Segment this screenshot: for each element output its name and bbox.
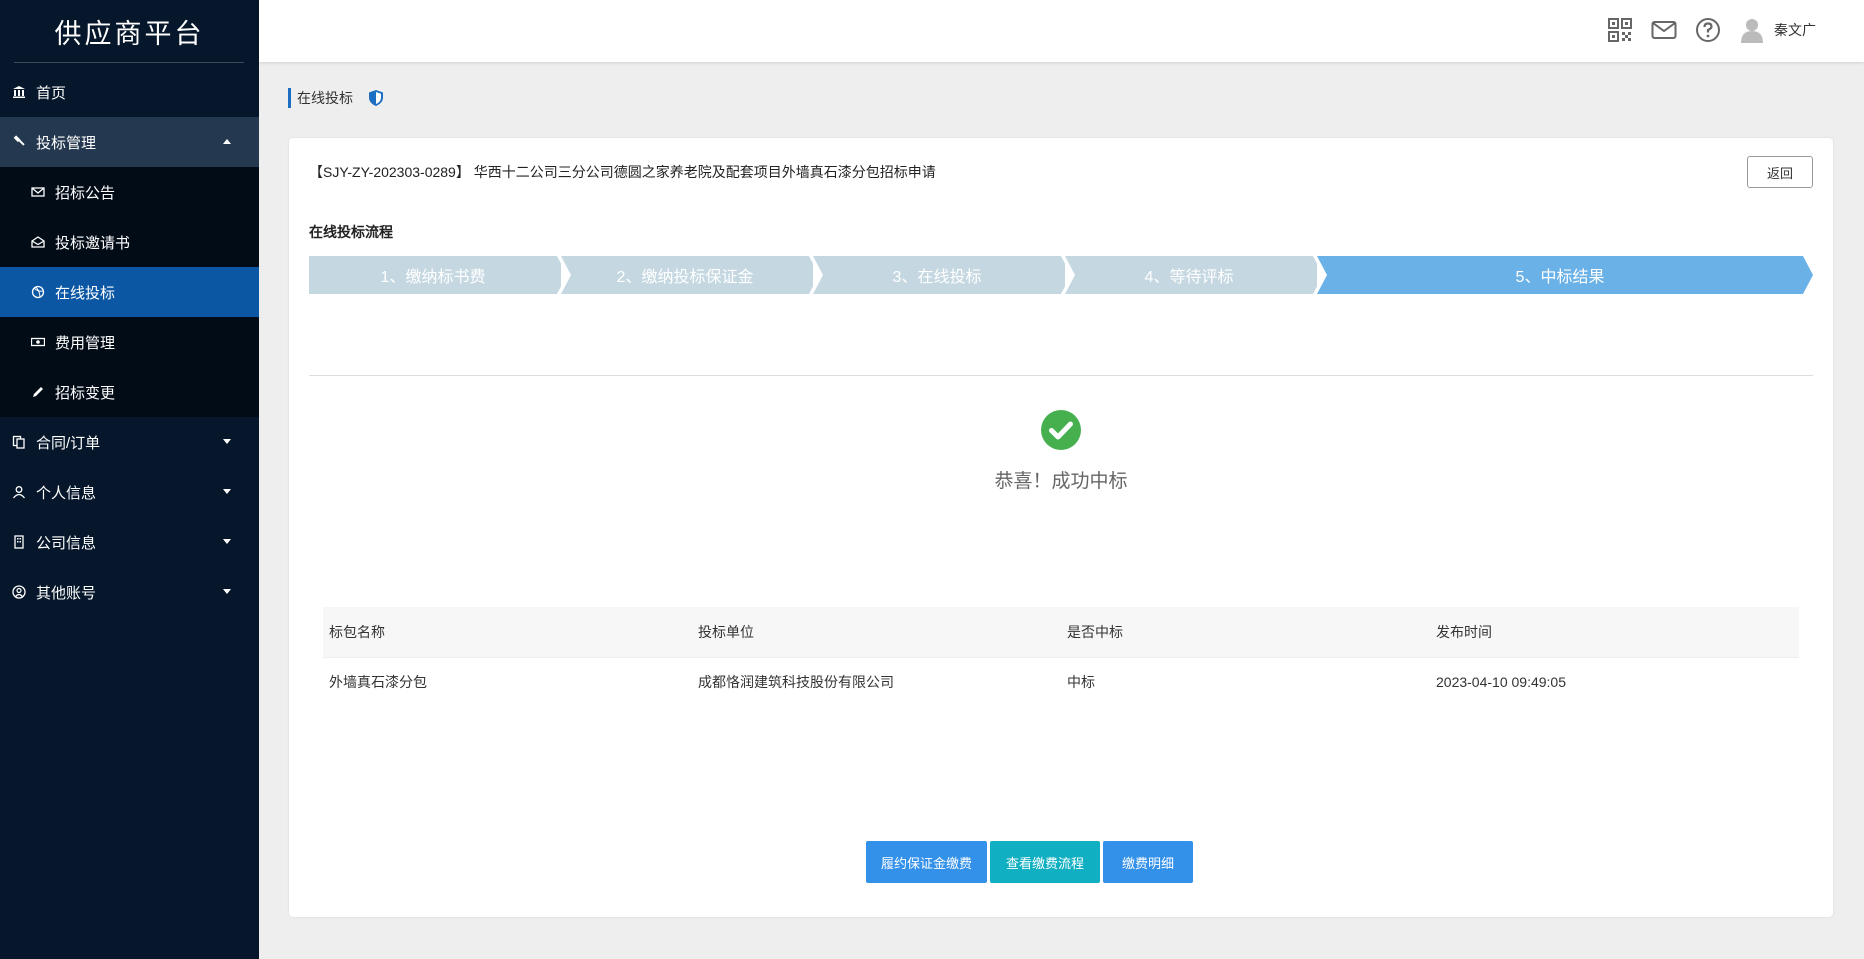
- check-circle-icon: [1041, 410, 1081, 450]
- sidebar: 供应商平台 首页 投标管理 招标公告 投标邀请书 在线投标 费用管理 招标变更 …: [0, 0, 259, 959]
- copy-icon: [12, 435, 26, 449]
- flow-title: 在线投标流程: [309, 224, 393, 240]
- sidebar-item-label: 其他账号: [36, 584, 97, 602]
- caret-up-icon: [223, 139, 231, 144]
- step-arrow-notch: [561, 256, 571, 294]
- header-icons: 秦文广: [1590, 16, 1816, 44]
- caret-down-icon: [223, 489, 231, 494]
- sidebar-item-other-accounts[interactable]: 其他账号: [0, 567, 259, 617]
- sidebar-nav: 首页 投标管理 招标公告 投标邀请书 在线投标 费用管理 招标变更 合同/订单 …: [0, 67, 259, 617]
- sidebar-item-bid-management[interactable]: 投标管理: [0, 117, 259, 167]
- envelope-icon: [31, 185, 45, 199]
- dribbble-icon: [31, 285, 45, 299]
- brand-divider: [14, 62, 244, 63]
- main-panel: 【SJY-ZY-202303-0289】 华西十二公司三分公司德圆之家养老院及配…: [289, 138, 1833, 917]
- project-title: 【SJY-ZY-202303-0289】 华西十二公司三分公司德圆之家养老院及配…: [309, 164, 936, 180]
- step-5: 5、中标结果: [1317, 256, 1803, 294]
- user-circle-icon: [12, 585, 26, 599]
- cell-bidder: 成都恪润建筑科技股份有限公司: [698, 674, 894, 691]
- cell-package-name: 外墙真石漆分包: [329, 674, 427, 691]
- result-table: 标包名称 投标单位 是否中标 发布时间 外墙真石漆分包 成都恪润建筑科技股份有限…: [323, 607, 1799, 707]
- column-header: 发布时间: [1430, 607, 1799, 658]
- step-arrow-notch: [1065, 256, 1075, 294]
- result-message: 恭喜！成功中标: [994, 471, 1128, 492]
- cell-publish-time: 2023-04-10 09:49:05: [1436, 674, 1566, 691]
- sidebar-item-personal-info[interactable]: 个人信息: [0, 467, 259, 517]
- app-title: 供应商平台: [54, 18, 205, 49]
- sidebar-item-label: 费用管理: [55, 334, 116, 352]
- avatar-icon[interactable]: [1738, 16, 1766, 44]
- sidebar-item-home[interactable]: 首页: [0, 67, 259, 117]
- money-icon: [31, 335, 45, 349]
- progress-steps: 1、缴纳标书费 2、缴纳投标保证金 3、在线投标 4、等待评标 5、中标结果: [309, 256, 1813, 294]
- sidebar-item-label: 首页: [36, 84, 67, 102]
- sidebar-item-label: 投标邀请书: [55, 234, 131, 252]
- sidebar-item-fee-management[interactable]: 费用管理: [0, 317, 259, 367]
- help-icon[interactable]: [1694, 16, 1722, 44]
- caret-down-icon: [223, 439, 231, 444]
- column-header: 投标单位: [692, 607, 1061, 658]
- sidebar-item-label: 投标管理: [36, 134, 97, 152]
- caret-down-icon: [223, 539, 231, 544]
- cell-win-status: 中标: [1067, 674, 1095, 691]
- step-1: 1、缴纳标书费: [309, 256, 557, 294]
- submenu-bid-management: 招标公告 投标邀请书 在线投标 费用管理 招标变更: [0, 167, 259, 417]
- column-header: 是否中标: [1061, 607, 1430, 658]
- table-row: 外墙真石漆分包 成都恪润建筑科技股份有限公司 中标 2023-04-10 09:…: [323, 657, 1799, 707]
- sidebar-item-company-info[interactable]: 公司信息: [0, 517, 259, 567]
- sidebar-item-label: 个人信息: [36, 484, 97, 502]
- mail-icon[interactable]: [1650, 16, 1678, 44]
- sidebar-item-online-bidding[interactable]: 在线投标: [0, 267, 259, 317]
- pencil-icon: [31, 385, 45, 399]
- payment-details-button[interactable]: 缴费明细: [1103, 841, 1193, 883]
- shield-icon: [369, 90, 383, 106]
- sidebar-item-contract-order[interactable]: 合同/订单: [0, 417, 259, 467]
- gavel-icon: [12, 135, 26, 149]
- caret-down-icon: [223, 589, 231, 594]
- section-divider: [309, 375, 1813, 376]
- step-arrow-head: [1803, 256, 1813, 294]
- performance-deposit-payment-button[interactable]: 履约保证金缴费: [866, 841, 987, 883]
- breadcrumb-bar: [288, 88, 291, 108]
- step-arrow-notch: [813, 256, 823, 294]
- table-header-row: 标包名称 投标单位 是否中标 发布时间: [323, 607, 1799, 658]
- sidebar-item-label: 在线投标: [55, 284, 116, 302]
- building-icon: [12, 535, 26, 549]
- column-header: 标包名称: [323, 607, 692, 658]
- envelope-open-icon: [31, 235, 45, 249]
- bank-icon: [12, 85, 26, 99]
- user-icon: [12, 485, 26, 499]
- sidebar-item-label: 招标公告: [55, 184, 116, 202]
- action-buttons: 履约保证金缴费 查看缴费流程 缴费明细: [866, 841, 1196, 883]
- sidebar-item-tender-notice[interactable]: 招标公告: [0, 167, 259, 217]
- step-arrow-notch: [1317, 256, 1327, 294]
- back-button[interactable]: 返回: [1747, 156, 1813, 188]
- user-name[interactable]: 秦文广: [1774, 20, 1816, 40]
- sidebar-item-tender-change[interactable]: 招标变更: [0, 367, 259, 417]
- sidebar-item-label: 招标变更: [55, 384, 116, 402]
- top-header: 秦文广: [259, 0, 1864, 62]
- breadcrumb: 在线投标: [288, 88, 385, 108]
- view-payment-process-button[interactable]: 查看缴费流程: [990, 841, 1100, 883]
- qrcode-icon[interactable]: [1606, 16, 1634, 44]
- step-4: 4、等待评标: [1065, 256, 1313, 294]
- breadcrumb-label: 在线投标: [297, 90, 353, 106]
- step-3: 3、在线投标: [813, 256, 1061, 294]
- sidebar-item-bid-invitation[interactable]: 投标邀请书: [0, 217, 259, 267]
- step-2: 2、缴纳投标保证金: [561, 256, 809, 294]
- sidebar-item-label: 合同/订单: [36, 434, 101, 452]
- sidebar-item-label: 公司信息: [36, 534, 97, 552]
